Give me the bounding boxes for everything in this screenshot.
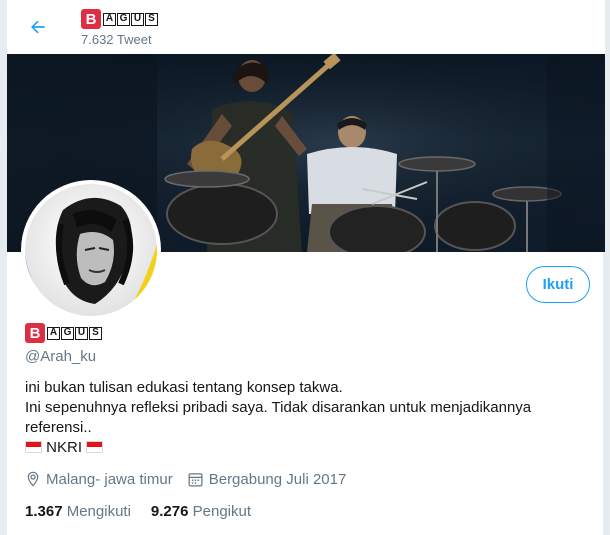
calendar-icon (188, 472, 203, 487)
followers-link[interactable]: 9.276 Pengikut (151, 503, 251, 520)
profile-meta: Malang- jawa timur Bergabung Juli 2017 (25, 470, 360, 488)
indonesia-flag-icon (25, 441, 42, 453)
bio-line: ini bukan tulisan edukasi tentang konsep… (25, 379, 343, 396)
profile-location: Malang- jawa timur (25, 470, 173, 488)
joined-text: Bergabung Juli 2017 (208, 470, 347, 488)
location-pin-icon (27, 471, 39, 487)
tweet-count: 7.632 Tweet (81, 32, 152, 47)
bio-line: Ini sepenuhnya refleksi pribadi saya. Ti… (25, 399, 532, 416)
bio-line: referensi.. (25, 419, 92, 436)
logo-letter: S (89, 326, 102, 340)
back-button[interactable] (21, 10, 55, 44)
logo-letter: A (47, 326, 60, 340)
logo-letter: S (145, 12, 158, 26)
logo-letter: A (103, 12, 116, 26)
bio-nkri-text: NKRI (46, 439, 83, 456)
profile-header-bar: B A G U S 7.632 Tweet (7, 0, 605, 54)
bio-line-nkri: NKRI (25, 438, 585, 458)
logo-letter-b: B (25, 323, 45, 343)
following-label: Mengikuti (66, 503, 131, 520)
location-text: Malang- jawa timur (46, 470, 173, 488)
logo-letter: U (75, 326, 88, 340)
profile-bio: ini bukan tulisan edukasi tentang konsep… (25, 378, 585, 458)
name-logo: B A G U S (25, 323, 103, 343)
profile-stats: 1.367 Mengikuti 9.276 Pengikut (25, 503, 271, 520)
profile-handle: @Arah_ku (25, 348, 97, 365)
profile-display-name: B A G U S (25, 323, 103, 343)
followers-label: Pengikut (192, 503, 252, 520)
followers-count: 9.276 (150, 503, 189, 520)
following-link[interactable]: 1.367 Mengikuti (25, 503, 131, 520)
profile-joined: Bergabung Juli 2017 (187, 470, 347, 488)
arrow-left-icon (31, 20, 45, 34)
logo-letter: G (61, 326, 74, 340)
following-count: 1.367 (25, 503, 63, 520)
logo-letter-b: B (81, 9, 101, 29)
indonesia-flag-icon (86, 441, 104, 453)
header-display-name: B A G U S (81, 9, 159, 29)
name-logo: B A G U S (81, 9, 159, 29)
follow-button[interactable]: Ikuti (526, 266, 590, 303)
logo-letter: U (131, 12, 144, 26)
logo-letter: G (117, 12, 130, 26)
profile-page: B A G U S 7.632 Tweet Ikuti B A G U S @A… (6, 0, 605, 535)
avatar-image (25, 184, 157, 316)
profile-avatar[interactable] (21, 180, 161, 320)
